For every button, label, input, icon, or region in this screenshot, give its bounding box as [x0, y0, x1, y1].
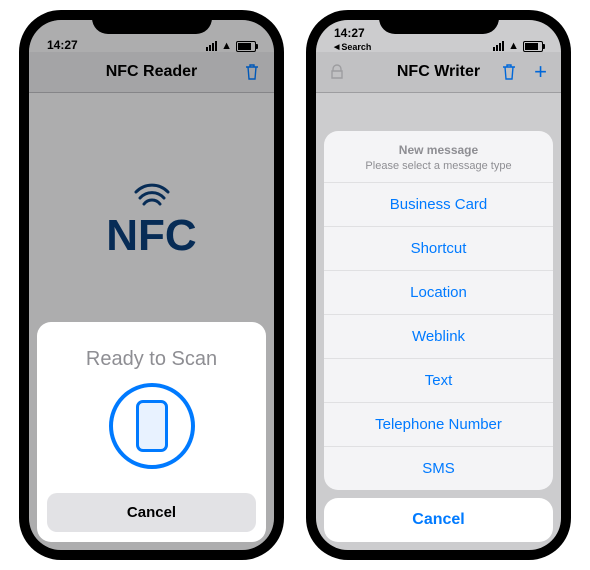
action-item-location[interactable]: Location [324, 270, 553, 314]
notch [379, 10, 499, 34]
action-sheet-header: New message Please select a message type [324, 131, 553, 182]
cancel-button[interactable]: Cancel [324, 498, 553, 542]
action-item-label: Location [410, 284, 467, 301]
scan-prompt: Ready to Scan [47, 348, 256, 371]
action-item-label: Telephone Number [375, 416, 502, 433]
notch [92, 10, 212, 34]
action-item-sms[interactable]: SMS [324, 446, 553, 490]
action-item-label: Text [425, 372, 453, 389]
screen-right: 14:27 Search ▲ NFC Writer + New message [316, 20, 561, 550]
action-item-shortcut[interactable]: Shortcut [324, 226, 553, 270]
cancel-label: Cancel [412, 511, 464, 528]
action-item-label: Weblink [412, 328, 465, 345]
device-left: 14:27 ▲ NFC Reader NFC Ready to Scan [19, 10, 284, 560]
screen-left: 14:27 ▲ NFC Reader NFC Ready to Scan [29, 20, 274, 550]
nfc-scan-icon [109, 383, 195, 469]
action-sheet-subtitle: Please select a message type [332, 160, 545, 172]
action-sheet: New message Please select a message type… [324, 131, 553, 490]
action-item-business-card[interactable]: Business Card [324, 182, 553, 226]
action-item-label: Business Card [390, 196, 488, 213]
device-right: 14:27 Search ▲ NFC Writer + New message [306, 10, 571, 560]
action-item-telephone[interactable]: Telephone Number [324, 402, 553, 446]
action-item-label: Shortcut [411, 240, 467, 257]
action-sheet-title: New message [332, 143, 545, 157]
cancel-label: Cancel [127, 504, 176, 521]
action-item-label: SMS [422, 460, 455, 477]
action-item-weblink[interactable]: Weblink [324, 314, 553, 358]
scan-sheet: Ready to Scan Cancel [37, 322, 266, 542]
cancel-button[interactable]: Cancel [47, 493, 256, 532]
action-item-text[interactable]: Text [324, 358, 553, 402]
